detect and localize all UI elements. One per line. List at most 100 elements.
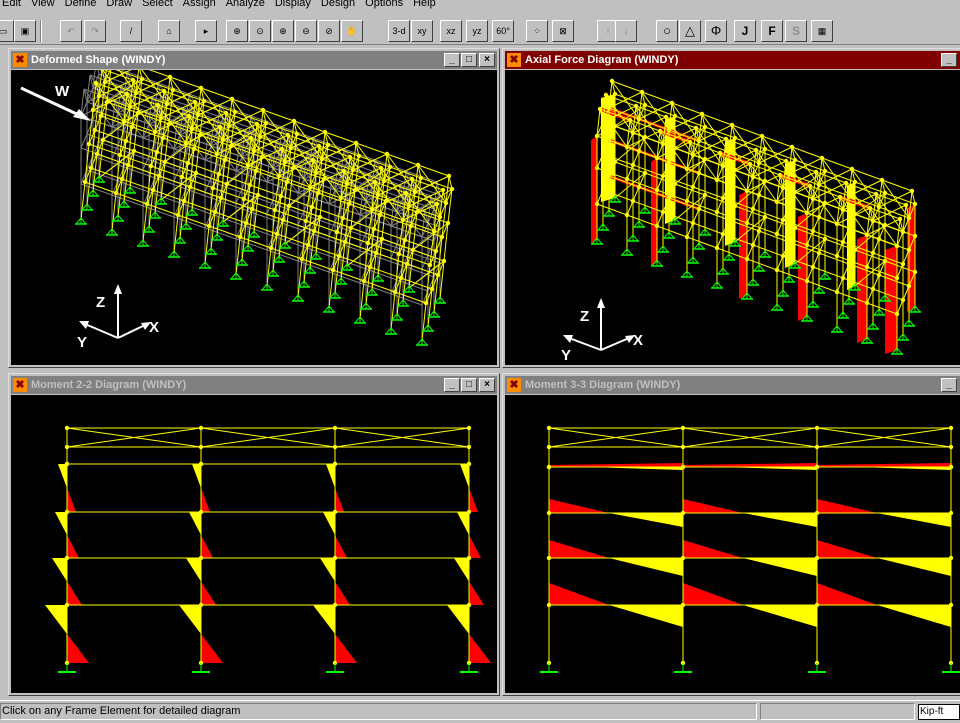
menu-item-assign[interactable]: Assign	[181, 0, 218, 9]
menu-item-edit[interactable]: Edit	[0, 0, 23, 9]
triangle-icon[interactable]: △	[679, 20, 701, 42]
beam	[692, 172, 700, 188]
joint-dot	[546, 444, 552, 450]
support-brace	[377, 274, 384, 282]
close-button[interactable]: ×	[479, 53, 495, 67]
menu-item-analyze[interactable]: Analyze	[224, 0, 267, 9]
menu-item-design[interactable]: Design	[319, 0, 357, 9]
joint-dot	[371, 226, 377, 232]
save-icon[interactable]: ▣	[14, 20, 36, 42]
pointer-icon[interactable]: ▸	[195, 20, 217, 42]
select-grid-icon[interactable]: ⁘	[526, 20, 548, 42]
joint-dot	[125, 162, 131, 168]
close-button[interactable]: ×	[479, 378, 495, 392]
support-brace	[222, 219, 229, 227]
circle-icon[interactable]: ○	[656, 20, 678, 42]
menu-item-options[interactable]: Options	[363, 0, 405, 9]
status-message: Click on any Frame Element for detailed …	[0, 703, 757, 720]
view-3d-button[interactable]: 3-d	[388, 20, 410, 42]
zoom-window-icon[interactable]: ⊕	[226, 20, 248, 42]
arrow-down-icon[interactable]: ↓	[615, 20, 637, 42]
x-axis-label: X	[633, 332, 643, 349]
joint-dot	[439, 234, 445, 240]
units-dropdown[interactable]: Kip-ft	[918, 704, 960, 720]
deformed-shape-window[interactable]: ✖ Deformed Shape (WINDY) _ □ × W Z X Y	[8, 48, 500, 368]
moment-diagram-positive	[58, 464, 67, 488]
beam	[836, 277, 844, 293]
support-brace	[656, 259, 663, 267]
joint-dot	[876, 272, 882, 278]
minimize-button[interactable]: _	[941, 53, 957, 67]
y-axis-label: Y	[561, 347, 571, 364]
deformed-shape-titlebar[interactable]: ✖ Deformed Shape (WINDY) _ □ ×	[11, 51, 497, 69]
joint-button[interactable]: J	[734, 20, 756, 42]
minimize-button[interactable]: _	[444, 53, 460, 67]
support-brace	[111, 228, 118, 236]
clear-selection-icon[interactable]: ⊠	[552, 20, 574, 42]
joint-dot	[402, 237, 408, 243]
support-brace	[385, 327, 392, 335]
x-axis-line	[600, 337, 630, 351]
redo-icon[interactable]: ↷	[84, 20, 106, 42]
minimize-button[interactable]: _	[444, 378, 460, 392]
view-xz-button[interactable]: xz	[440, 20, 462, 42]
menu-item-select[interactable]: Select	[140, 0, 175, 9]
zoom-out-icon[interactable]: ⊖	[295, 20, 317, 42]
axial-force-window[interactable]: ✖ Axial Force Diagram (WINDY) _ Z X Y	[502, 48, 960, 368]
view-yz-button[interactable]: yz	[466, 20, 488, 42]
pan-hand-icon[interactable]: ✋	[341, 20, 363, 42]
wind-label: W	[55, 83, 70, 100]
zoom-in-icon[interactable]: ⊕	[272, 20, 294, 42]
joint-dot	[198, 425, 204, 431]
y-axis-line	[84, 323, 119, 339]
toolbar: ▭ ▣ ↶ ↷ / ⌂ ▸ ⊕ ⊙ ⊕ ⊖ ⊘ ✋ 3-d xy xz yz 6…	[0, 14, 960, 45]
undo-icon[interactable]: ↶	[60, 20, 82, 42]
joint-dot	[696, 206, 702, 212]
joint-dot	[373, 250, 379, 256]
joint-dot	[367, 264, 373, 270]
status-panel	[760, 703, 915, 720]
menu-item-help[interactable]: Help	[411, 0, 438, 9]
moment-33-canvas[interactable]	[505, 395, 960, 693]
zoom-previous-icon[interactable]: ⊘	[318, 20, 340, 42]
table-icon[interactable]: ▦	[811, 20, 833, 42]
moment-22-canvas[interactable]	[11, 395, 497, 693]
deformed-shape-canvas[interactable]: W Z X Y	[11, 70, 497, 365]
joint-dot	[680, 464, 686, 470]
support-brace	[771, 303, 778, 311]
moment-22-window[interactable]: ✖ Moment 2-2 Diagram (WINDY) _ □ ×	[8, 373, 500, 696]
joint-dot	[814, 555, 820, 561]
joint-dot	[846, 261, 852, 267]
menu-item-draw[interactable]: Draw	[104, 0, 134, 9]
moment-diagram-positive	[877, 605, 951, 627]
maximize-button[interactable]: □	[461, 378, 477, 392]
joint-dot	[392, 289, 398, 295]
phi-icon[interactable]: Φ	[705, 20, 727, 42]
support-brace	[674, 217, 681, 225]
moment-diagram-negative	[67, 488, 76, 512]
axial-force-titlebar[interactable]: ✖ Axial Force Diagram (WINDY) _	[505, 51, 960, 69]
minimize-button[interactable]: _	[941, 378, 957, 392]
pencil-icon[interactable]: /	[120, 20, 142, 42]
axial-force-canvas[interactable]: Z X Y	[505, 70, 960, 365]
menu-item-view[interactable]: View	[29, 0, 57, 9]
joint-dot	[336, 253, 342, 259]
open-icon[interactable]: ▭	[0, 20, 14, 42]
maximize-button[interactable]: □	[461, 53, 477, 67]
moment-33-titlebar[interactable]: ✖ Moment 3-3 Diagram (WINDY) _	[505, 376, 960, 394]
menu-item-define[interactable]: Define	[63, 0, 99, 9]
support-brace	[371, 288, 378, 296]
zoom-restore-icon[interactable]: ⊙	[249, 20, 271, 42]
shell-button[interactable]: S	[785, 20, 807, 42]
joint-dot	[278, 193, 284, 199]
view-rotate-button[interactable]: 60°	[492, 20, 514, 42]
view-xy-button[interactable]: xy	[411, 20, 433, 42]
menu-item-display[interactable]: Display	[273, 0, 313, 9]
moment-diagram-negative	[683, 499, 743, 513]
support-brace	[354, 316, 361, 324]
lock-icon[interactable]: ⌂	[158, 20, 180, 42]
moment-22-titlebar[interactable]: ✖ Moment 2-2 Diagram (WINDY) _ □ ×	[11, 376, 497, 394]
frame-button[interactable]: F	[761, 20, 783, 42]
joint-dot	[64, 555, 70, 561]
moment-33-window[interactable]: ✖ Moment 3-3 Diagram (WINDY) _	[502, 373, 960, 696]
